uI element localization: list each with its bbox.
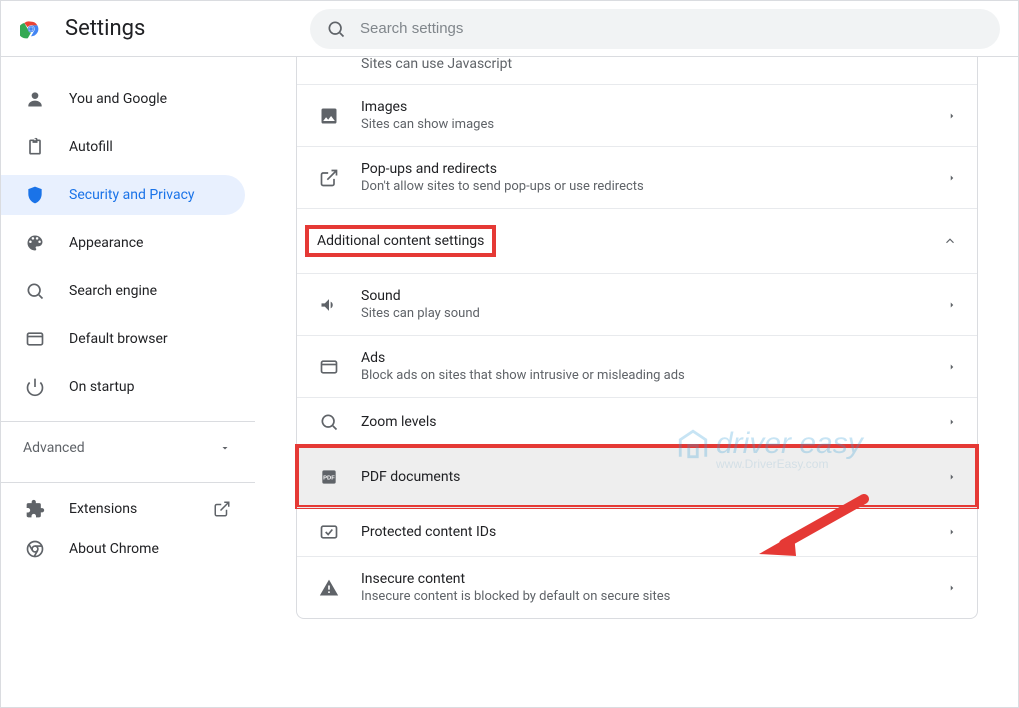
shield-icon xyxy=(25,185,45,205)
sidebar-item-label: Security and Privacy xyxy=(69,187,195,203)
sidebar: You and Google Autofill Security and Pri… xyxy=(1,57,256,707)
row-title: Zoom levels xyxy=(361,414,927,430)
chrome-logo-icon xyxy=(19,17,43,41)
row-subtitle: Sites can show images xyxy=(361,117,927,132)
sidebar-item-advanced[interactable]: Advanced xyxy=(1,428,255,468)
row-zoom-levels[interactable]: Zoom levels xyxy=(297,397,977,446)
row-title: Insecure content xyxy=(361,571,927,587)
sidebar-item-about-chrome[interactable]: About Chrome xyxy=(1,529,255,569)
sidebar-item-label: Search engine xyxy=(69,283,157,299)
sidebar-item-default-browser[interactable]: Default browser xyxy=(1,319,245,359)
row-sound[interactable]: Sound Sites can play sound xyxy=(297,273,977,335)
chrome-outline-icon xyxy=(25,539,45,559)
sidebar-item-you-and-google[interactable]: You and Google xyxy=(1,79,245,119)
warning-icon xyxy=(317,578,341,598)
divider xyxy=(1,482,255,483)
divider xyxy=(1,421,255,422)
sound-icon xyxy=(317,295,341,315)
search-icon xyxy=(326,19,346,39)
row-title: Images xyxy=(361,99,927,115)
row-protected-content[interactable]: Protected content IDs xyxy=(297,507,977,556)
row-title: PDF documents xyxy=(361,469,927,485)
row-insecure-content[interactable]: Insecure content Insecure content is blo… xyxy=(297,556,977,618)
section-header-label: Additional content settings xyxy=(307,227,494,255)
chevron-right-icon xyxy=(947,362,957,372)
row-popups[interactable]: Pop-ups and redirects Don't allow sites … xyxy=(297,146,977,208)
zoom-icon xyxy=(317,412,341,432)
sidebar-item-label: On startup xyxy=(69,379,135,395)
chevron-right-icon xyxy=(947,300,957,310)
row-ads[interactable]: Ads Block ads on sites that show intrusi… xyxy=(297,335,977,397)
sidebar-item-label: Default browser xyxy=(69,331,168,347)
sidebar-item-appearance[interactable]: Appearance xyxy=(1,223,245,263)
row-subtitle: Block ads on sites that show intrusive o… xyxy=(361,368,927,383)
sidebar-item-label: Advanced xyxy=(23,440,85,456)
chevron-right-icon xyxy=(947,583,957,593)
chevron-right-icon xyxy=(947,417,957,427)
popup-icon xyxy=(317,168,341,188)
row-title: Protected content IDs xyxy=(361,524,927,540)
chevron-right-icon xyxy=(947,472,957,482)
row-javascript-partial: Sites can use Javascript xyxy=(297,57,977,84)
chevron-right-icon xyxy=(947,111,957,121)
chevron-right-icon xyxy=(947,527,957,537)
person-icon xyxy=(25,89,45,109)
search-box[interactable] xyxy=(310,9,1000,49)
sidebar-item-label: Autofill xyxy=(69,139,113,155)
clipboard-icon xyxy=(25,137,45,157)
palette-icon xyxy=(25,233,45,253)
pdf-icon: PDF xyxy=(317,467,341,487)
sidebar-item-search-engine[interactable]: Search engine xyxy=(1,271,245,311)
power-icon xyxy=(25,377,45,397)
ads-icon xyxy=(317,357,341,377)
content-card: Sites can use Javascript Images Sites ca… xyxy=(296,57,978,619)
row-title: Ads xyxy=(361,350,927,366)
puzzle-icon xyxy=(25,499,45,519)
chevron-down-icon xyxy=(219,442,231,454)
svg-text:PDF: PDF xyxy=(323,476,335,482)
sidebar-item-label: About Chrome xyxy=(69,541,159,557)
sidebar-item-extensions[interactable]: Extensions xyxy=(1,489,255,529)
row-title: Sound xyxy=(361,288,927,304)
sidebar-item-autofill[interactable]: Autofill xyxy=(1,127,245,167)
protected-icon xyxy=(317,522,341,542)
main-panel: Sites can use Javascript Images Sites ca… xyxy=(256,57,1018,707)
sidebar-item-label: Extensions xyxy=(69,501,137,517)
row-subtitle: Sites can play sound xyxy=(361,306,927,321)
search-input[interactable] xyxy=(360,20,984,37)
chevron-up-icon xyxy=(943,234,957,248)
sidebar-item-label: Appearance xyxy=(69,235,143,251)
window-icon xyxy=(25,329,45,349)
row-additional-content-settings[interactable]: Additional content settings xyxy=(297,208,977,273)
sidebar-item-security-and-privacy[interactable]: Security and Privacy xyxy=(1,175,245,215)
open-external-icon xyxy=(213,500,231,518)
row-images[interactable]: Images Sites can show images xyxy=(297,84,977,146)
magnifier-icon xyxy=(25,281,45,301)
sidebar-item-on-startup[interactable]: On startup xyxy=(1,367,245,407)
row-subtitle: Don't allow sites to send pop-ups or use… xyxy=(361,179,927,194)
page-title: Settings xyxy=(65,16,145,41)
chevron-right-icon xyxy=(947,173,957,183)
sidebar-item-label: You and Google xyxy=(69,91,167,107)
row-title: Pop-ups and redirects xyxy=(361,161,927,177)
row-pdf-documents[interactable]: PDF PDF documents xyxy=(297,446,977,507)
header-bar: Settings xyxy=(1,1,1018,57)
image-icon xyxy=(317,106,341,126)
row-subtitle: Insecure content is blocked by default o… xyxy=(361,589,927,604)
